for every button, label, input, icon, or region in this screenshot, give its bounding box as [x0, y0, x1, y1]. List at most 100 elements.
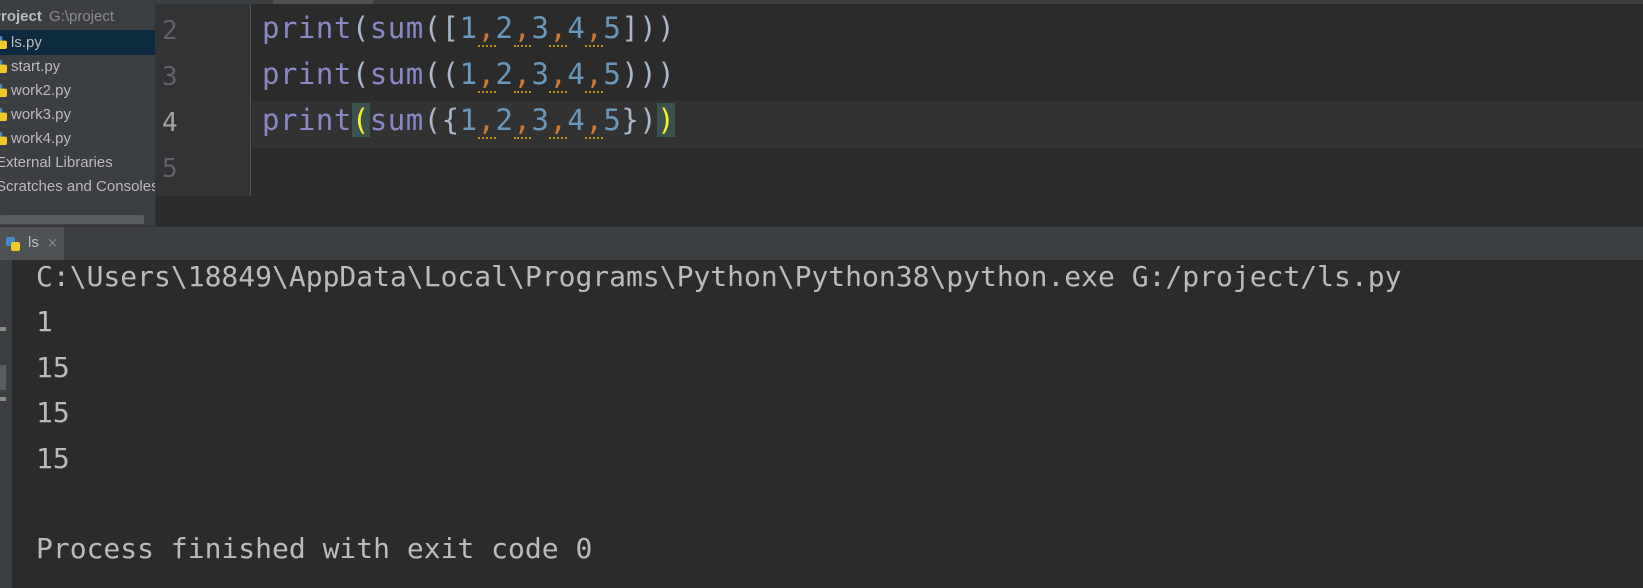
comma-token: , — [513, 57, 532, 93]
paren-token: ( — [423, 11, 442, 45]
run-tab-label: ls — [28, 234, 39, 251]
number-token: 1 — [459, 11, 478, 45]
project-path: G:\project — [49, 8, 115, 25]
number-token: 4 — [567, 57, 586, 91]
comma-token: , — [549, 11, 568, 47]
line-number: 2 — [162, 16, 178, 46]
run-console[interactable]: C:\Users\18849\AppData\Local\Programs\Py… — [12, 260, 1643, 588]
bracket-token: ] — [621, 11, 640, 45]
bracket-token: } — [621, 103, 640, 137]
tree-file-start[interactable]: start.py — [0, 54, 155, 79]
number-token: 2 — [495, 57, 514, 91]
tree-node-scratches[interactable]: Scratches and Consoles — [0, 174, 155, 199]
comma-token: , — [585, 11, 604, 47]
paren-token: ( — [351, 57, 370, 91]
toolbar-mark — [0, 327, 6, 331]
paren-token: ) — [639, 11, 658, 45]
console-output-line: 15 — [36, 351, 70, 384]
run-tab-ls[interactable]: ls × — [0, 227, 64, 260]
line-number: 5 — [162, 154, 178, 184]
builtin-token: sum — [369, 103, 424, 137]
python-file-icon — [0, 132, 7, 145]
bracket-token: ) — [621, 57, 640, 91]
line-number: 3 — [162, 62, 178, 92]
builtin-token: sum — [369, 11, 424, 45]
number-token: 2 — [495, 103, 514, 137]
active-tab-indicator — [273, 0, 373, 4]
editor-bottom-area — [156, 196, 1643, 226]
paren-token: ( — [423, 103, 442, 137]
comma-token: , — [585, 103, 604, 139]
comma-token: , — [549, 57, 568, 93]
code-line-2[interactable]: print(sum([1,2,3,4,5])) — [262, 11, 676, 47]
console-output-line: 1 — [36, 305, 53, 338]
tree-node-external-libraries[interactable]: External Libraries — [0, 150, 155, 175]
number-token: 2 — [495, 11, 514, 45]
console-command-line: C:\Users\18849\AppData\Local\Programs\Py… — [36, 260, 1402, 293]
python-file-icon — [0, 84, 7, 97]
project-title[interactable]: Project — [0, 8, 42, 25]
run-toolbar-strip — [0, 260, 12, 588]
project-horizontal-scrollbar[interactable] — [0, 215, 144, 224]
number-token: 1 — [459, 103, 478, 137]
paren-token: ( — [351, 11, 370, 45]
number-token: 5 — [603, 57, 622, 91]
tree-file-work3[interactable]: work3.py — [0, 102, 155, 127]
paren-token: ) — [639, 57, 658, 91]
paren-token: ) — [657, 57, 676, 91]
tree-file-label: start.py — [11, 58, 61, 75]
tree-file-work2[interactable]: work2.py — [0, 78, 155, 103]
paren-token: ( — [423, 57, 442, 91]
tree-file-work4[interactable]: work4.py — [0, 126, 155, 151]
python-file-icon — [0, 108, 7, 121]
bracket-token: { — [441, 103, 460, 137]
number-token: 3 — [531, 11, 550, 45]
run-tab-bar: ls × — [0, 226, 1643, 260]
number-token: 3 — [531, 103, 550, 137]
tree-node-label: External Libraries — [0, 154, 113, 171]
bracket-token: ( — [441, 57, 460, 91]
number-token: 4 — [567, 11, 586, 45]
comma-token: , — [549, 103, 568, 139]
code-editor[interactable]: 2 3 4 5 print(sum([1,2,3,4,5])) print(su… — [156, 0, 1643, 226]
number-token: 5 — [603, 103, 622, 137]
toolbar-handle[interactable] — [0, 365, 6, 390]
code-line-4[interactable]: print(sum({1,2,3,4,5})) — [262, 103, 676, 139]
project-panel: Project G:\project ls.py start.py work2.… — [0, 0, 155, 226]
console-exit-message: Process finished with exit code 0 — [36, 532, 593, 565]
builtin-token: print — [262, 103, 352, 137]
comma-token: , — [477, 103, 496, 139]
console-output-line: 15 — [36, 396, 70, 429]
number-token: 5 — [603, 11, 622, 45]
close-icon[interactable]: × — [47, 236, 58, 251]
comma-token: , — [585, 57, 604, 93]
tree-file-label: ls.py — [11, 34, 42, 51]
tree-file-label: work4.py — [11, 130, 72, 147]
tree-file-label: work3.py — [11, 106, 72, 123]
matched-paren-token: ( — [351, 103, 370, 137]
python-file-icon — [0, 60, 7, 73]
tree-node-label: Scratches and Consoles — [0, 178, 155, 195]
comma-token: , — [477, 57, 496, 93]
toolbar-mark — [0, 397, 6, 401]
editor-gutter: 2 3 4 5 — [156, 4, 251, 196]
console-output-line: 15 — [36, 442, 70, 475]
code-line-3[interactable]: print(sum((1,2,3,4,5))) — [262, 57, 676, 93]
python-file-icon — [0, 36, 7, 49]
matched-paren-token: ) — [657, 103, 676, 137]
editor-tab-strip — [156, 0, 1643, 4]
paren-token: ) — [639, 103, 658, 137]
tree-file-label: work2.py — [11, 82, 72, 99]
ide-window: Project G:\project ls.py start.py work2.… — [0, 0, 1643, 588]
builtin-token: sum — [369, 57, 424, 91]
number-token: 4 — [567, 103, 586, 137]
line-number-current: 4 — [162, 108, 178, 138]
paren-token: ) — [657, 11, 676, 45]
builtin-token: print — [262, 57, 352, 91]
tree-file-ls[interactable]: ls.py — [0, 30, 155, 55]
number-token: 1 — [459, 57, 478, 91]
number-token: 3 — [531, 57, 550, 91]
comma-token: , — [477, 11, 496, 47]
bracket-token: [ — [441, 11, 460, 45]
builtin-token: print — [262, 11, 352, 45]
